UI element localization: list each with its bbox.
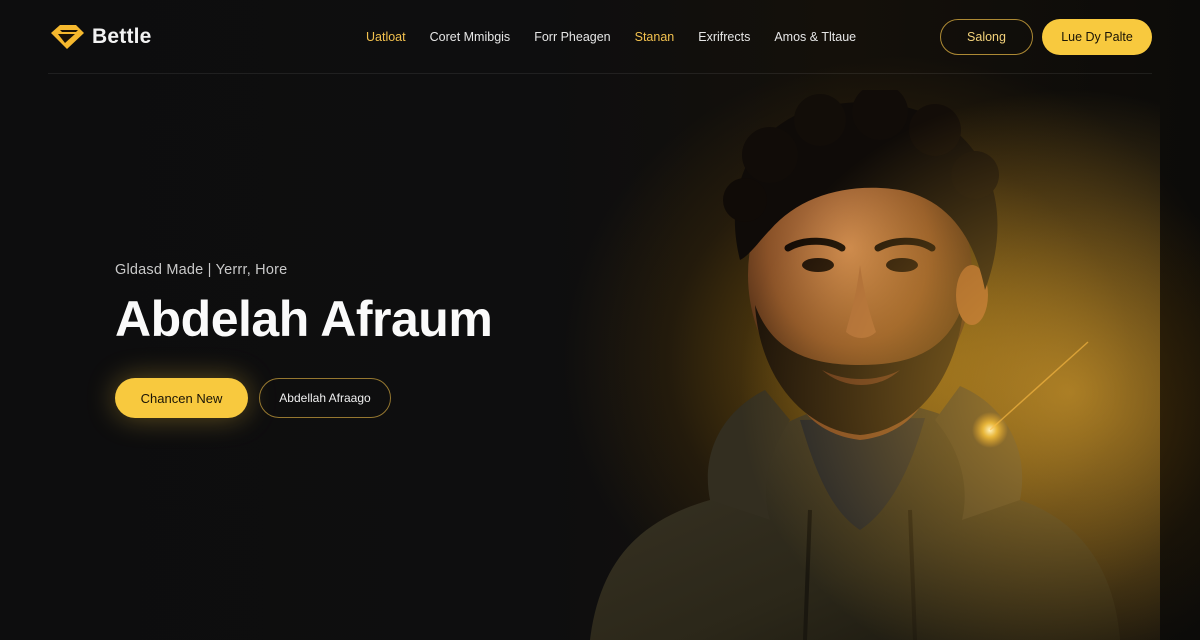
main-nav: Uatloat Coret Mmibgis Forr Pheagen Stana… bbox=[366, 30, 856, 44]
header-secondary-button[interactable]: Salong bbox=[940, 18, 1033, 55]
hero-primary-button[interactable]: Chancen New bbox=[115, 378, 248, 418]
hero-secondary-button[interactable]: Abdellah Afraago bbox=[259, 378, 391, 418]
nav-item-2[interactable]: Coret Mmibgis bbox=[430, 30, 511, 44]
nav-item-3[interactable]: Forr Pheagen bbox=[534, 30, 610, 44]
nav-item-4[interactable]: Stanan bbox=[635, 30, 675, 44]
nav-item-6[interactable]: Amos & Tltaue bbox=[774, 30, 856, 44]
hero-tagline: Gldasd Made | Yerrr, Hore bbox=[115, 262, 288, 278]
hero-actions: Chancen New Abdellah Afraago bbox=[115, 378, 492, 418]
hero-title: Abdelah Afraum bbox=[115, 291, 493, 347]
light-flare bbox=[972, 341, 1089, 448]
diamond-logo-icon bbox=[51, 24, 84, 49]
brand-name: Bettle bbox=[92, 24, 152, 48]
brand-logo[interactable]: Bettle bbox=[48, 22, 348, 52]
hero-section: Gldasd Made | Yerrr, Hore Abdelah Afraum… bbox=[115, 262, 493, 418]
nav-item-5[interactable]: Exrifrects bbox=[698, 30, 750, 44]
header-primary-button[interactable]: Lue Dy Palte bbox=[1042, 18, 1152, 55]
nav-item-1[interactable]: Uatloat bbox=[366, 30, 406, 44]
top-navigation-bar: Bettle Uatloat Coret Mmibgis Forr Pheage… bbox=[48, 0, 1152, 74]
header-actions: Salong Lue Dy Palte bbox=[940, 18, 1152, 55]
